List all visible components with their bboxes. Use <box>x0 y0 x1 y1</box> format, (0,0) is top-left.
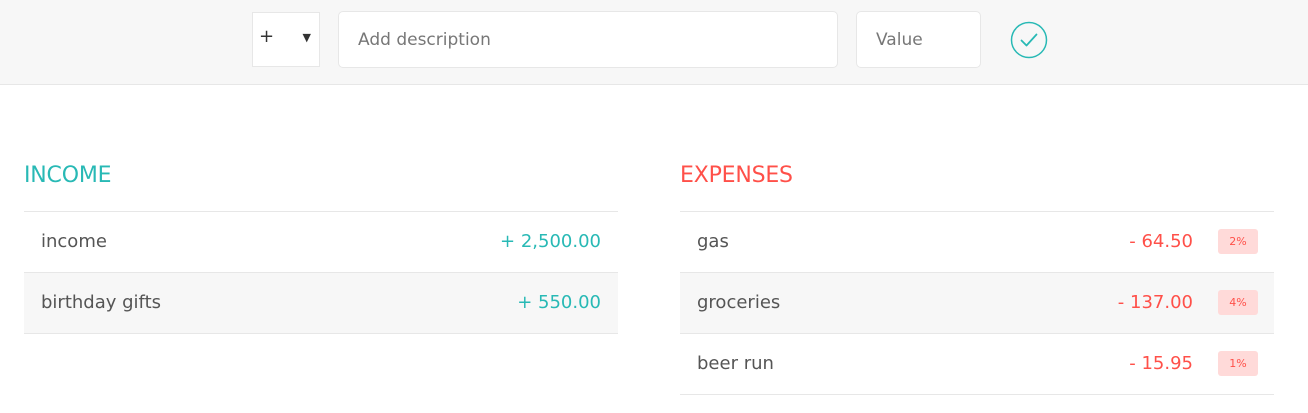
item-description: income <box>41 231 107 252</box>
percentage-badge: 1% <box>1218 351 1258 376</box>
check-circle-icon <box>1010 21 1048 59</box>
item-amount: - 137.00 <box>1117 292 1193 313</box>
caret-down-icon: ▼ <box>302 31 311 44</box>
description-input[interactable] <box>338 11 838 68</box>
percentage-badge: 2% <box>1218 229 1258 254</box>
item-description: gas <box>697 231 729 252</box>
expenses-rows: gas - 64.50 2% groceries - 137.00 4% bee… <box>680 211 1274 395</box>
type-select-value: + <box>259 26 275 47</box>
expense-item[interactable]: groceries - 137.00 4% <box>680 273 1274 334</box>
type-select[interactable]: + ▼ <box>252 12 320 67</box>
income-item[interactable]: birthday gifts + 550.00 <box>24 273 618 334</box>
item-amount: - 15.95 <box>1129 353 1193 374</box>
item-description: groceries <box>697 292 781 313</box>
item-amount: + 550.00 <box>517 292 601 313</box>
expenses-title: EXPENSES <box>680 163 793 188</box>
income-list: INCOME income + 2,500.00 birthday gifts … <box>24 160 618 334</box>
submit-button[interactable] <box>1010 21 1048 59</box>
income-title: INCOME <box>24 163 112 188</box>
item-description: birthday gifts <box>41 292 162 313</box>
add-item-bar: + ▼ <box>0 0 1308 85</box>
item-description: beer run <box>697 353 774 374</box>
expenses-list: EXPENSES gas - 64.50 2% groceries - 137.… <box>680 160 1274 395</box>
income-item[interactable]: income + 2,500.00 <box>24 212 618 273</box>
income-rows: income + 2,500.00 birthday gifts + 550.0… <box>24 211 618 334</box>
value-input[interactable] <box>856 11 981 68</box>
percentage-badge: 4% <box>1218 290 1258 315</box>
item-amount: + 2,500.00 <box>500 231 601 252</box>
item-amount: - 64.50 <box>1129 231 1193 252</box>
expense-item[interactable]: gas - 64.50 2% <box>680 212 1274 273</box>
expense-item[interactable]: beer run - 15.95 1% <box>680 334 1274 395</box>
